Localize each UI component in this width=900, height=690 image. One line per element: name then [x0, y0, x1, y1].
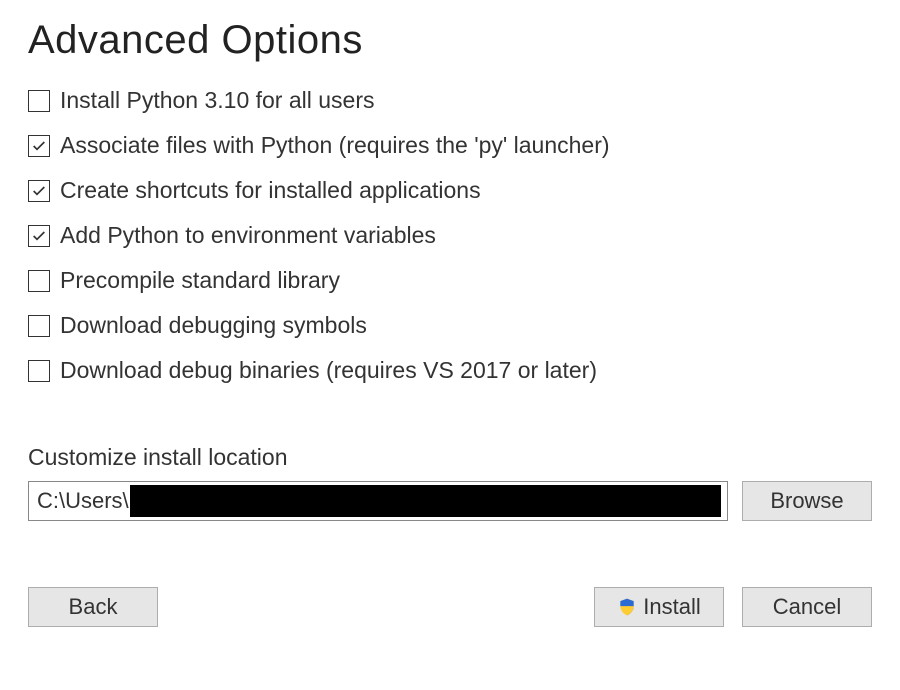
- checkbox-row-debug-binaries: Download debug binaries (requires VS 201…: [28, 357, 872, 384]
- checkbox-row-precompile: Precompile standard library: [28, 267, 872, 294]
- browse-button[interactable]: Browse: [742, 481, 872, 521]
- options-list: Install Python 3.10 for all users Associa…: [28, 87, 872, 384]
- back-button[interactable]: Back: [28, 587, 158, 627]
- checkbox-label-all-users: Install Python 3.10 for all users: [60, 87, 375, 114]
- install-location-value: C:\Users\: [37, 488, 129, 514]
- checkbox-debug-binaries[interactable]: [28, 360, 50, 382]
- checkbox-label-precompile: Precompile standard library: [60, 267, 340, 294]
- checkbox-row-env-vars: Add Python to environment variables: [28, 222, 872, 249]
- checkbox-label-debug-symbols: Download debugging symbols: [60, 312, 367, 339]
- redacted-path: [130, 485, 721, 517]
- install-button[interactable]: Install: [594, 587, 724, 627]
- checkbox-label-shortcuts: Create shortcuts for installed applicati…: [60, 177, 481, 204]
- checkbox-shortcuts[interactable]: [28, 180, 50, 202]
- page-title: Advanced Options: [28, 18, 872, 63]
- checkbox-associate[interactable]: [28, 135, 50, 157]
- checkbox-row-associate: Associate files with Python (requires th…: [28, 132, 872, 159]
- checkbox-label-env-vars: Add Python to environment variables: [60, 222, 436, 249]
- shield-icon: [617, 597, 637, 617]
- checkbox-all-users[interactable]: [28, 90, 50, 112]
- checkbox-precompile[interactable]: [28, 270, 50, 292]
- install-location-label: Customize install location: [28, 444, 872, 471]
- checkbox-debug-symbols[interactable]: [28, 315, 50, 337]
- checkbox-row-debug-symbols: Download debugging symbols: [28, 312, 872, 339]
- install-button-label: Install: [643, 594, 700, 620]
- checkbox-label-associate: Associate files with Python (requires th…: [60, 132, 610, 159]
- install-location-input[interactable]: C:\Users\: [28, 481, 728, 521]
- checkbox-row-all-users: Install Python 3.10 for all users: [28, 87, 872, 114]
- checkbox-row-shortcuts: Create shortcuts for installed applicati…: [28, 177, 872, 204]
- checkbox-label-debug-binaries: Download debug binaries (requires VS 201…: [60, 357, 597, 384]
- footer-buttons: Back Install Cancel: [28, 587, 872, 627]
- cancel-button[interactable]: Cancel: [742, 587, 872, 627]
- checkbox-env-vars[interactable]: [28, 225, 50, 247]
